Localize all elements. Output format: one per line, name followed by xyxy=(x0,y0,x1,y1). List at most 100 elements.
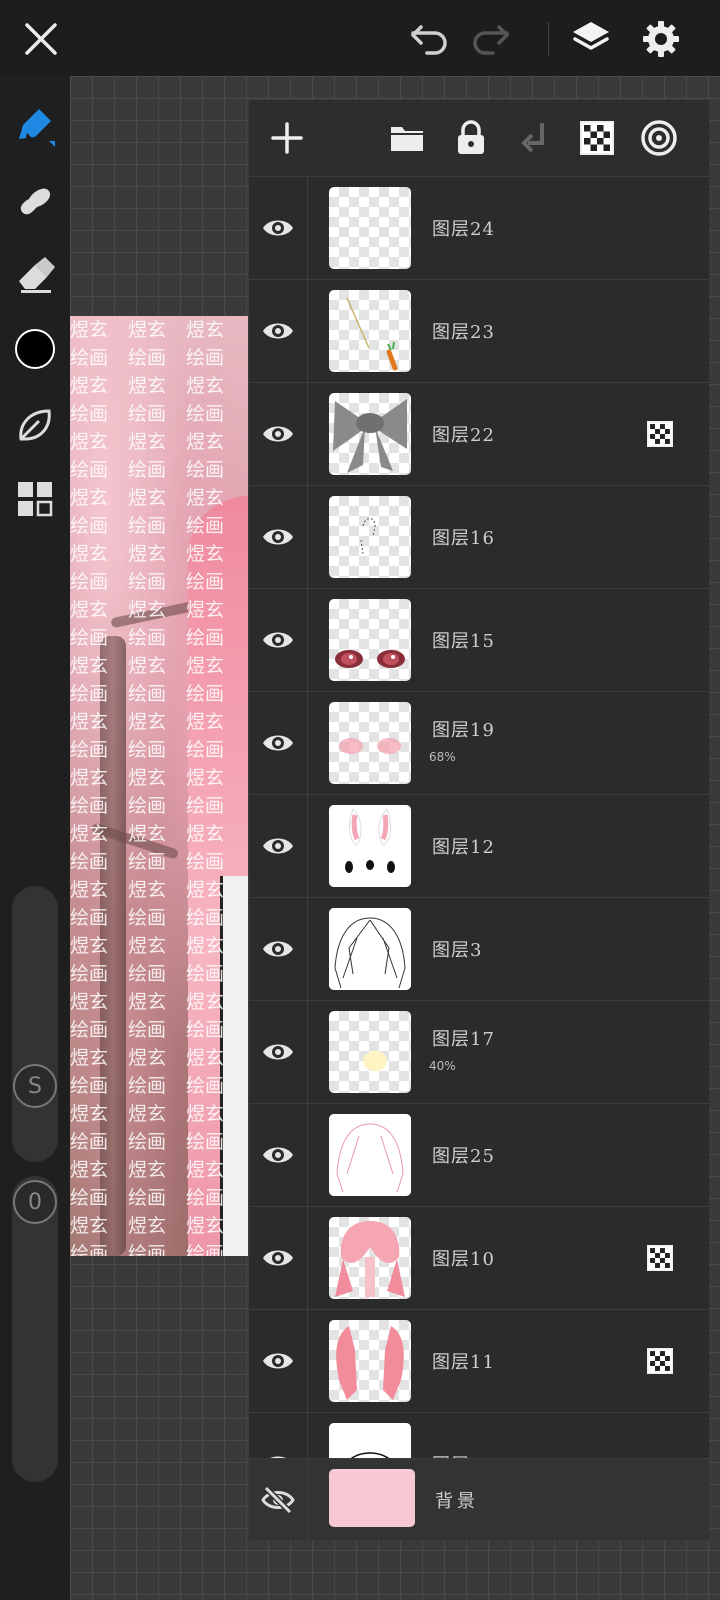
brush-size-knob[interactable]: S xyxy=(13,1064,57,1108)
watermark-text: 绘画 xyxy=(128,459,167,481)
watermark-text: 煜玄 xyxy=(186,543,225,565)
alpha-lock-icon[interactable] xyxy=(647,1245,673,1271)
layer-row[interactable]: 图层17 40% xyxy=(249,1001,709,1104)
layer-thumbnail[interactable] xyxy=(329,1217,411,1299)
layer-row[interactable]: 图层23 xyxy=(249,280,709,383)
layer-row[interactable]: 图层12 xyxy=(249,795,709,898)
watermark-text: 绘画 xyxy=(70,851,109,873)
watermark-text: 煜玄 xyxy=(70,711,109,733)
layer-row[interactable]: 图层25 xyxy=(249,1104,709,1207)
watermark-text: 煜玄 xyxy=(186,375,225,397)
background-layer-row[interactable]: 背景 xyxy=(249,1458,709,1540)
visibility-toggle[interactable] xyxy=(249,589,308,691)
grid-icon[interactable] xyxy=(10,474,60,524)
layer-thumbnail[interactable] xyxy=(329,599,411,681)
visibility-toggle[interactable] xyxy=(249,1459,308,1540)
watermark-text: 煜玄 xyxy=(70,1215,109,1237)
visibility-toggle[interactable] xyxy=(249,795,308,897)
layer-thumbnail[interactable] xyxy=(329,702,411,784)
eye-icon xyxy=(263,632,293,648)
add-layer-icon[interactable] xyxy=(263,114,311,162)
layer-thumbnail[interactable] xyxy=(329,187,411,269)
watermark-text: 煜玄 xyxy=(128,935,167,957)
brush-size-slider[interactable]: S xyxy=(12,886,58,1162)
watermark-text: 煜玄 xyxy=(186,431,225,453)
layer-row[interactable]: 图层24 xyxy=(249,177,709,280)
visibility-toggle[interactable] xyxy=(249,1310,308,1412)
alpha-lock-icon[interactable] xyxy=(647,421,673,447)
layers-list[interactable]: 图层24 图层23 图层22 图层16 图层15 图层19 68% 图层12 图层3 图层17 40… xyxy=(249,177,709,1467)
visibility-toggle[interactable] xyxy=(249,486,308,588)
visibility-toggle[interactable] xyxy=(249,898,308,1000)
layer-thumbnail[interactable] xyxy=(329,1469,415,1527)
layer-thumbnail[interactable] xyxy=(329,908,411,990)
watermark-text: 煜玄 xyxy=(186,319,225,341)
watermark-text: 绘画 xyxy=(186,795,225,817)
layer-name: 图层23 xyxy=(432,322,495,343)
merge-down-icon[interactable] xyxy=(511,114,559,162)
alpha-lock-icon[interactable] xyxy=(647,1348,673,1374)
watermark-text: 煜玄 xyxy=(70,543,109,565)
watermark-text: 绘画 xyxy=(70,347,109,369)
layer-row[interactable]: 图层3 xyxy=(249,898,709,1001)
watermark-text: 绘画 xyxy=(186,907,225,929)
brush-opacity-slider[interactable]: 0 xyxy=(12,1176,58,1482)
layer-thumbnail[interactable] xyxy=(329,496,411,578)
layer-row[interactable]: 图层19 68% xyxy=(249,692,709,795)
brush-opacity-knob[interactable]: 0 xyxy=(13,1180,57,1224)
watermark-text: 绘画 xyxy=(128,1131,167,1153)
smudge-icon[interactable] xyxy=(10,176,60,226)
lock-icon[interactable] xyxy=(447,114,495,162)
watermark-text: 绘画 xyxy=(128,1187,167,1209)
layer-opacity: 40% xyxy=(429,1059,456,1073)
visibility-toggle[interactable] xyxy=(249,280,308,382)
layer-row[interactable]: 图层15 xyxy=(249,589,709,692)
layer-row[interactable]: 图层11 xyxy=(249,1310,709,1413)
watermark-text: 绘画 xyxy=(128,795,167,817)
layer-thumbnail[interactable] xyxy=(329,1320,411,1402)
layer-thumbnail[interactable] xyxy=(329,290,411,372)
visibility-toggle[interactable] xyxy=(249,692,308,794)
layer-thumbnail[interactable] xyxy=(329,805,411,887)
brush-icon[interactable] xyxy=(10,102,60,152)
folder-icon[interactable] xyxy=(383,114,431,162)
close-icon[interactable] xyxy=(16,14,66,64)
watermark-text: 绘画 xyxy=(70,515,109,537)
layer-row[interactable]: 图层22 xyxy=(249,383,709,486)
watermark-text: 绘画 xyxy=(70,907,109,929)
layers-icon[interactable] xyxy=(566,14,616,64)
watermark-text: 绘画 xyxy=(128,1243,167,1256)
layer-thumbnail[interactable] xyxy=(329,1011,411,1093)
watermark-text: 煜玄 xyxy=(70,823,109,845)
watermark-text: 绘画 xyxy=(70,1075,109,1097)
layer-row[interactable]: 图层10 xyxy=(249,1207,709,1310)
artwork-canvas[interactable]: 煜玄 煜玄 煜玄 绘画 绘画 绘画 煜玄 煜玄 煜玄 绘画 绘画 绘画 煜玄 煜玄 煜玄 绘画 绘画 绘画 煜玄 煜玄… xyxy=(70,316,250,1256)
layer-thumbnail[interactable] xyxy=(329,1114,411,1196)
layer-thumbnail[interactable] xyxy=(329,393,411,475)
visibility-toggle[interactable] xyxy=(249,1001,308,1103)
watermark-text: 绘画 xyxy=(128,851,167,873)
leaf-icon[interactable] xyxy=(10,400,60,450)
watermark-text: 煜玄 xyxy=(186,1159,225,1181)
layer-row[interactable]: 图层16 xyxy=(249,486,709,589)
gear-icon[interactable] xyxy=(636,14,686,64)
visibility-toggle[interactable] xyxy=(249,383,308,485)
layer-name: 图层12 xyxy=(432,837,495,858)
visibility-toggle[interactable] xyxy=(249,1104,308,1206)
top-bar xyxy=(0,0,720,76)
undo-icon[interactable] xyxy=(404,14,454,64)
alpha-lock-icon[interactable] xyxy=(573,114,621,162)
layer-name: 图层17 xyxy=(432,1029,495,1050)
watermark-text: 绘画 xyxy=(70,403,109,425)
watermark-text: 煜玄 xyxy=(70,767,109,789)
redo-icon[interactable] xyxy=(466,14,516,64)
layer-name: 图层10 xyxy=(432,1249,495,1270)
eraser-icon[interactable] xyxy=(10,250,60,300)
visibility-toggle[interactable] xyxy=(249,177,308,279)
watermark-text: 煜玄 xyxy=(70,375,109,397)
color-swatch[interactable] xyxy=(10,324,60,374)
watermark-text: 煜玄 xyxy=(128,1047,167,1069)
target-icon[interactable] xyxy=(635,114,683,162)
visibility-toggle[interactable] xyxy=(249,1207,308,1309)
watermark-text: 绘画 xyxy=(70,1131,109,1153)
